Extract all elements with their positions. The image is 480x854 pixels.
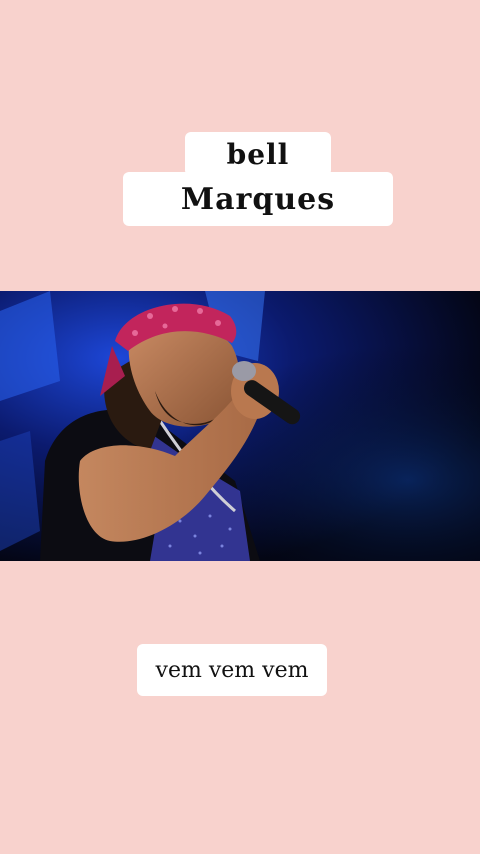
- singer-image: [0, 291, 480, 561]
- caption: vem vem vem: [137, 644, 327, 696]
- title-line-2: Marques: [123, 172, 393, 226]
- title-block: bell Marques: [0, 132, 480, 228]
- video-frame[interactable]: [0, 291, 480, 561]
- title-line-1: bell: [185, 132, 331, 176]
